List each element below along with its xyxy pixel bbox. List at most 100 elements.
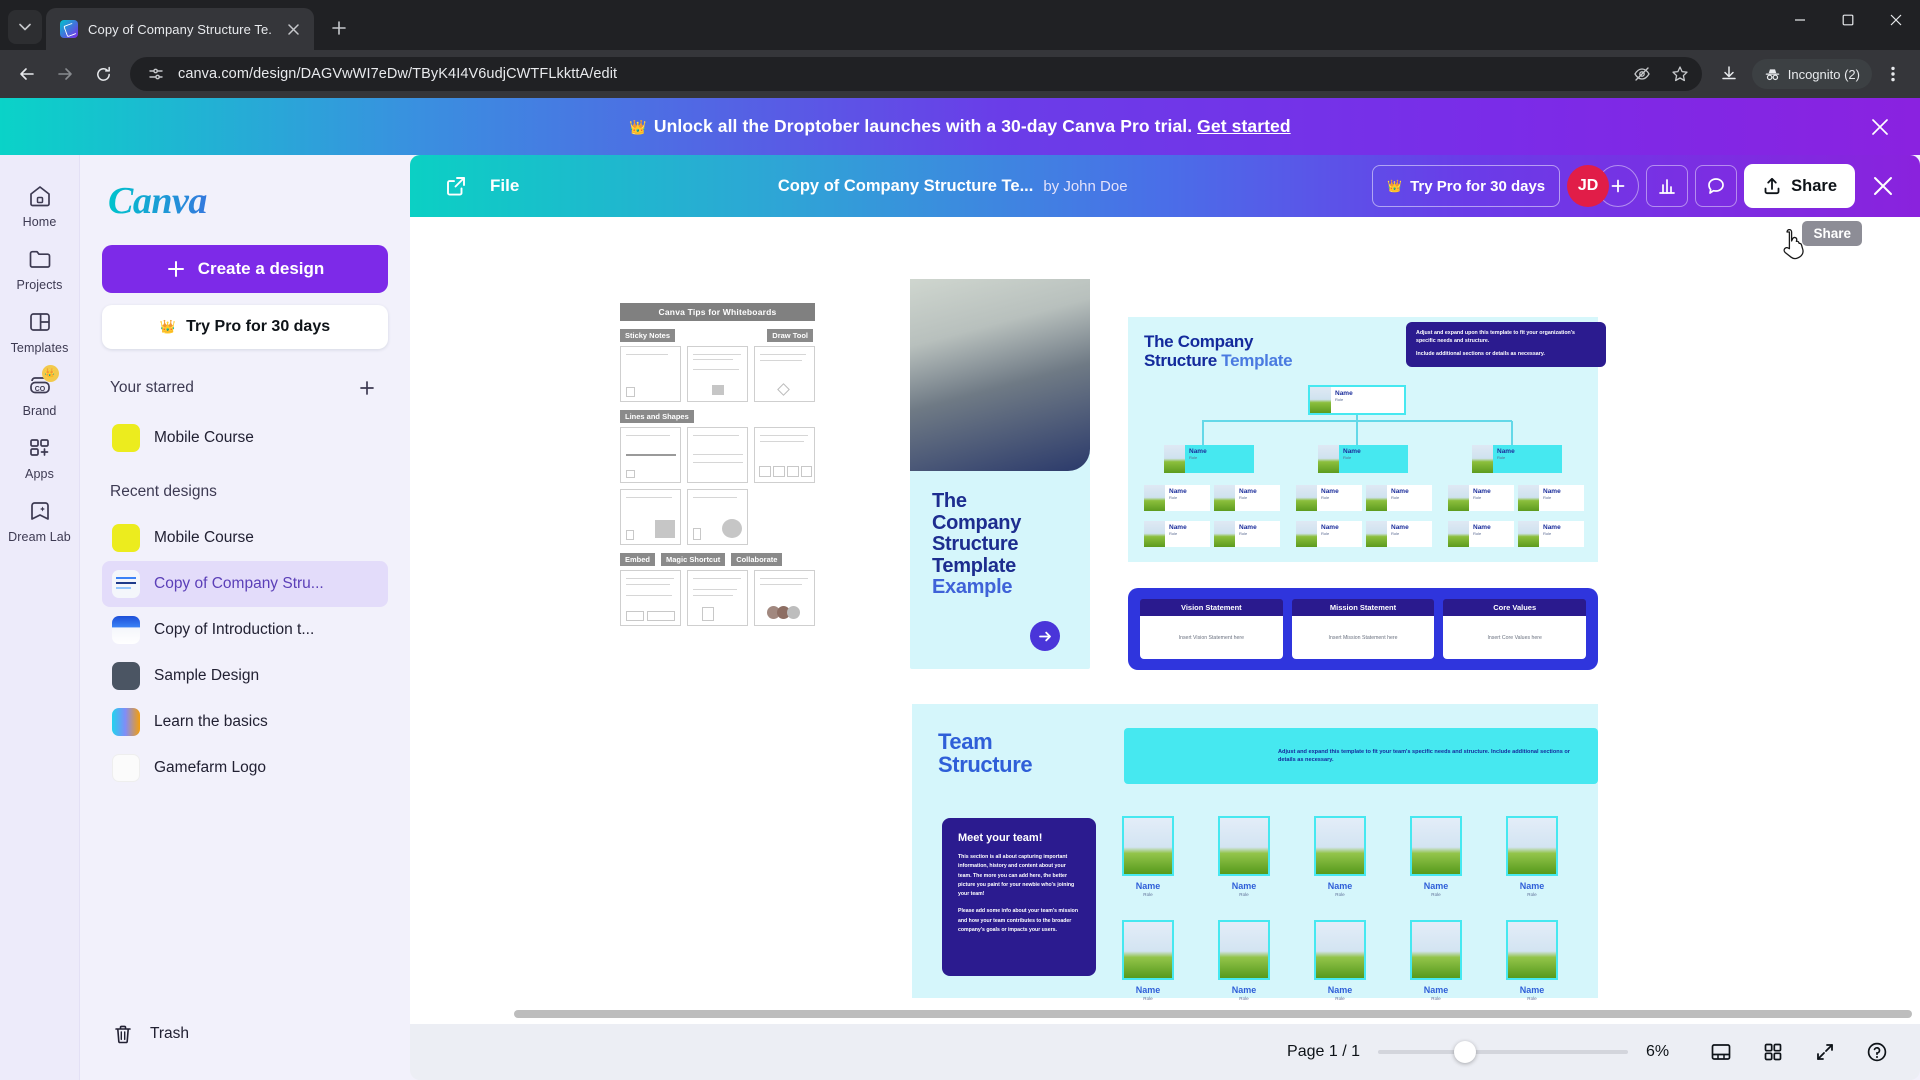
list-item[interactable]: Learn the basics [102, 699, 388, 745]
list-item[interactable]: Gamefarm Logo [102, 745, 388, 791]
new-tab-button[interactable] [322, 11, 356, 45]
rail-item-templates[interactable]: Templates [4, 299, 76, 360]
design-thumbnail [112, 616, 140, 644]
promo-cta-link[interactable]: Get started [1197, 116, 1291, 136]
team-note: Adjust and expand this template to fit y… [1124, 728, 1598, 784]
promo-message: Unlock all the Droptober launches with a… [653, 116, 1193, 136]
promo-close-icon[interactable] [1866, 113, 1894, 141]
rail-item-brand[interactable]: CO 👑 Brand [4, 362, 76, 423]
member-name: Name [1423, 881, 1449, 891]
comments-button[interactable] [1695, 165, 1738, 207]
starred-title: Your starred [110, 379, 194, 396]
org-node-l4: Name Role [1518, 521, 1584, 547]
editor-bottom-bar: Page 1 / 1 6% [410, 1024, 1920, 1080]
editor-close-button[interactable] [1862, 165, 1904, 207]
forward-arrow-icon[interactable] [48, 57, 82, 91]
org-node-l2: Name Role [1472, 445, 1562, 473]
help-icon[interactable] [1860, 1035, 1894, 1069]
canva-logo[interactable]: Canva [108, 179, 388, 223]
browser-tab[interactable]: Copy of Company Structure Te... [46, 8, 314, 50]
node-photo [1448, 521, 1469, 547]
tip-card [687, 427, 748, 483]
org-node-l2: Name Role [1318, 445, 1408, 473]
rail-item-apps[interactable]: Apps [4, 425, 76, 486]
try-pro-editor-label: Try Pro for 30 days [1410, 177, 1546, 195]
grid-view-icon[interactable] [1756, 1035, 1790, 1069]
try-pro-sidebar-button[interactable]: 👑 Try Pro for 30 days [102, 305, 388, 349]
design-label: Mobile Course [154, 529, 254, 546]
list-item[interactable]: Sample Design [102, 653, 388, 699]
insights-button[interactable] [1646, 165, 1689, 207]
plus-icon [1611, 179, 1625, 193]
list-item[interactable]: Mobile Course [102, 515, 388, 561]
fullscreen-icon[interactable] [1808, 1035, 1842, 1069]
horizontal-scrollbar[interactable] [514, 1010, 1912, 1018]
close-window-button[interactable] [1872, 0, 1920, 40]
add-starred-icon[interactable] [354, 375, 380, 401]
statement-column: Vision Statement Insert Vision Statement… [1140, 599, 1283, 659]
rail-item-projects[interactable]: Projects [4, 236, 76, 297]
incognito-icon [1765, 68, 1779, 80]
node-role: Role [1473, 531, 1482, 536]
tab-close-icon[interactable] [282, 18, 304, 40]
list-item[interactable]: Copy of Introduction t... [102, 607, 388, 653]
try-pro-editor-button[interactable]: 👑 Try Pro for 30 days [1372, 165, 1561, 207]
brand-co-icon: CO 👑 [26, 365, 59, 399]
node-name: Name [1543, 488, 1561, 495]
trash-label: Trash [150, 1025, 190, 1042]
member-photo [1122, 816, 1174, 876]
member-name: Name [1231, 985, 1257, 995]
trash-link[interactable]: Trash [102, 1012, 199, 1056]
incognito-label: Incognito (2) [1787, 66, 1860, 82]
zoom-slider[interactable] [1378, 1041, 1628, 1063]
starred-section-header: Your starred [102, 375, 388, 401]
node-photo [1310, 387, 1331, 413]
member-photo [1506, 920, 1558, 980]
maximize-button[interactable] [1824, 0, 1872, 40]
editor-panel: File Copy of Company Structure Te... by … [410, 155, 1920, 1080]
node-photo [1144, 521, 1165, 547]
create-a-design-button[interactable]: Create a design [102, 245, 388, 293]
back-arrow-icon[interactable] [10, 57, 44, 91]
rail-item-home[interactable]: Home [4, 173, 76, 234]
org-node-l3: Name Role [1518, 485, 1584, 511]
open-external-icon[interactable] [436, 166, 476, 206]
zoom-track [1378, 1050, 1628, 1054]
design-title[interactable]: Copy of Company Structure Te... [778, 177, 1033, 196]
design-canvas[interactable]: Canva Tips for Whiteboards Sticky Notes … [410, 217, 1920, 1024]
zoom-percent: 6% [1646, 1043, 1670, 1060]
statement-body: Insert Mission Statement here [1291, 616, 1435, 659]
kebab-menu-icon[interactable] [1876, 57, 1910, 91]
list-item[interactable]: Mobile Course [102, 415, 388, 461]
bookmark-star-icon[interactable] [1666, 60, 1694, 88]
arrow-right-icon[interactable] [1030, 621, 1060, 651]
downloads-icon[interactable] [1712, 57, 1746, 91]
rail-item-dream-lab[interactable]: Dream Lab [4, 488, 76, 549]
design-thumbnail [112, 570, 140, 598]
fit-page-icon[interactable] [1704, 1035, 1738, 1069]
share-button[interactable]: Share [1744, 164, 1855, 208]
tab-search-icon[interactable] [8, 10, 42, 44]
reload-icon[interactable] [86, 57, 120, 91]
site-settings-icon[interactable] [144, 62, 168, 86]
eye-slash-icon[interactable] [1628, 60, 1656, 88]
member-role: Role [1527, 892, 1537, 897]
node-photo [1214, 521, 1235, 547]
avatar[interactable]: JD [1567, 165, 1610, 207]
apps-grid-icon [26, 434, 54, 462]
share-label: Share [1791, 176, 1837, 195]
incognito-profile-button[interactable]: Incognito (2) [1751, 59, 1872, 89]
address-bar[interactable]: canva.com/design/DAGVwWI7eDw/TByK4I4V6ud… [130, 57, 1702, 91]
member-photo [1218, 920, 1270, 980]
org-chart-slide: The Company Structure Template Adjust an… [1128, 317, 1606, 562]
node-role: Role [1391, 495, 1400, 500]
minimize-button[interactable] [1776, 0, 1824, 40]
zoom-knob[interactable] [1454, 1041, 1476, 1063]
member-name: Name [1231, 881, 1257, 891]
file-menu-button[interactable]: File [476, 168, 533, 204]
list-item-active[interactable]: Copy of Company Stru... [102, 561, 388, 607]
node-photo [1318, 445, 1339, 473]
member-role: Role [1239, 996, 1249, 1001]
team-note-text: Adjust and expand this template to fit y… [1278, 748, 1570, 763]
node-text: Name Role [1317, 485, 1362, 511]
